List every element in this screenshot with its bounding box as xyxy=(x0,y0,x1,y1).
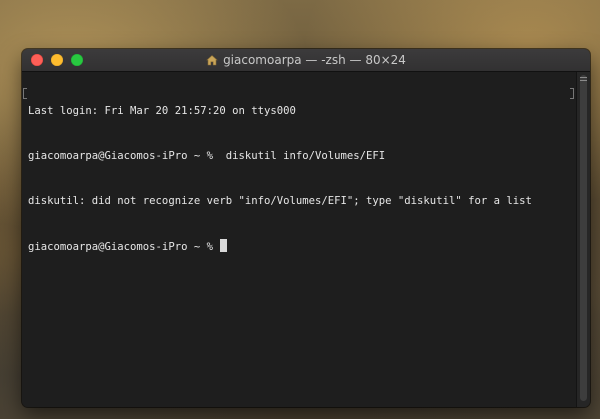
scroll-thumb[interactable] xyxy=(580,75,587,401)
home-folder-icon xyxy=(206,54,218,66)
selection-bracket-right xyxy=(570,88,574,99)
terminal-line: diskutil: did not recognize verb "info/V… xyxy=(28,195,532,207)
vertical-scrollbar[interactable] xyxy=(576,72,590,407)
terminal-line: giacomoarpa@Giacomos-iPro ~ % diskutil i… xyxy=(28,150,386,162)
terminal-line: Last login: Fri Mar 20 21:57:20 on ttys0… xyxy=(28,105,296,117)
zoom-button[interactable] xyxy=(71,54,83,66)
selection-bracket-left xyxy=(23,88,27,99)
terminal-content[interactable]: Last login: Fri Mar 20 21:57:20 on ttys0… xyxy=(22,72,577,407)
title-bar[interactable]: giacomoarpa — -zsh — 80×24 xyxy=(22,49,590,72)
minimize-button[interactable] xyxy=(51,54,63,66)
window-title: giacomoarpa — -zsh — 80×24 xyxy=(223,53,406,67)
close-button[interactable] xyxy=(31,54,43,66)
window-title-group: giacomoarpa — -zsh — 80×24 xyxy=(206,53,406,67)
scroll-grip-icon xyxy=(580,75,587,84)
prompt-line: giacomoarpa@Giacomos-iPro ~ % xyxy=(28,239,577,254)
terminal-window: giacomoarpa — -zsh — 80×24 Last login: F… xyxy=(22,49,590,407)
terminal-prompt: giacomoarpa@Giacomos-iPro ~ % xyxy=(28,241,220,253)
text-cursor xyxy=(220,239,228,252)
